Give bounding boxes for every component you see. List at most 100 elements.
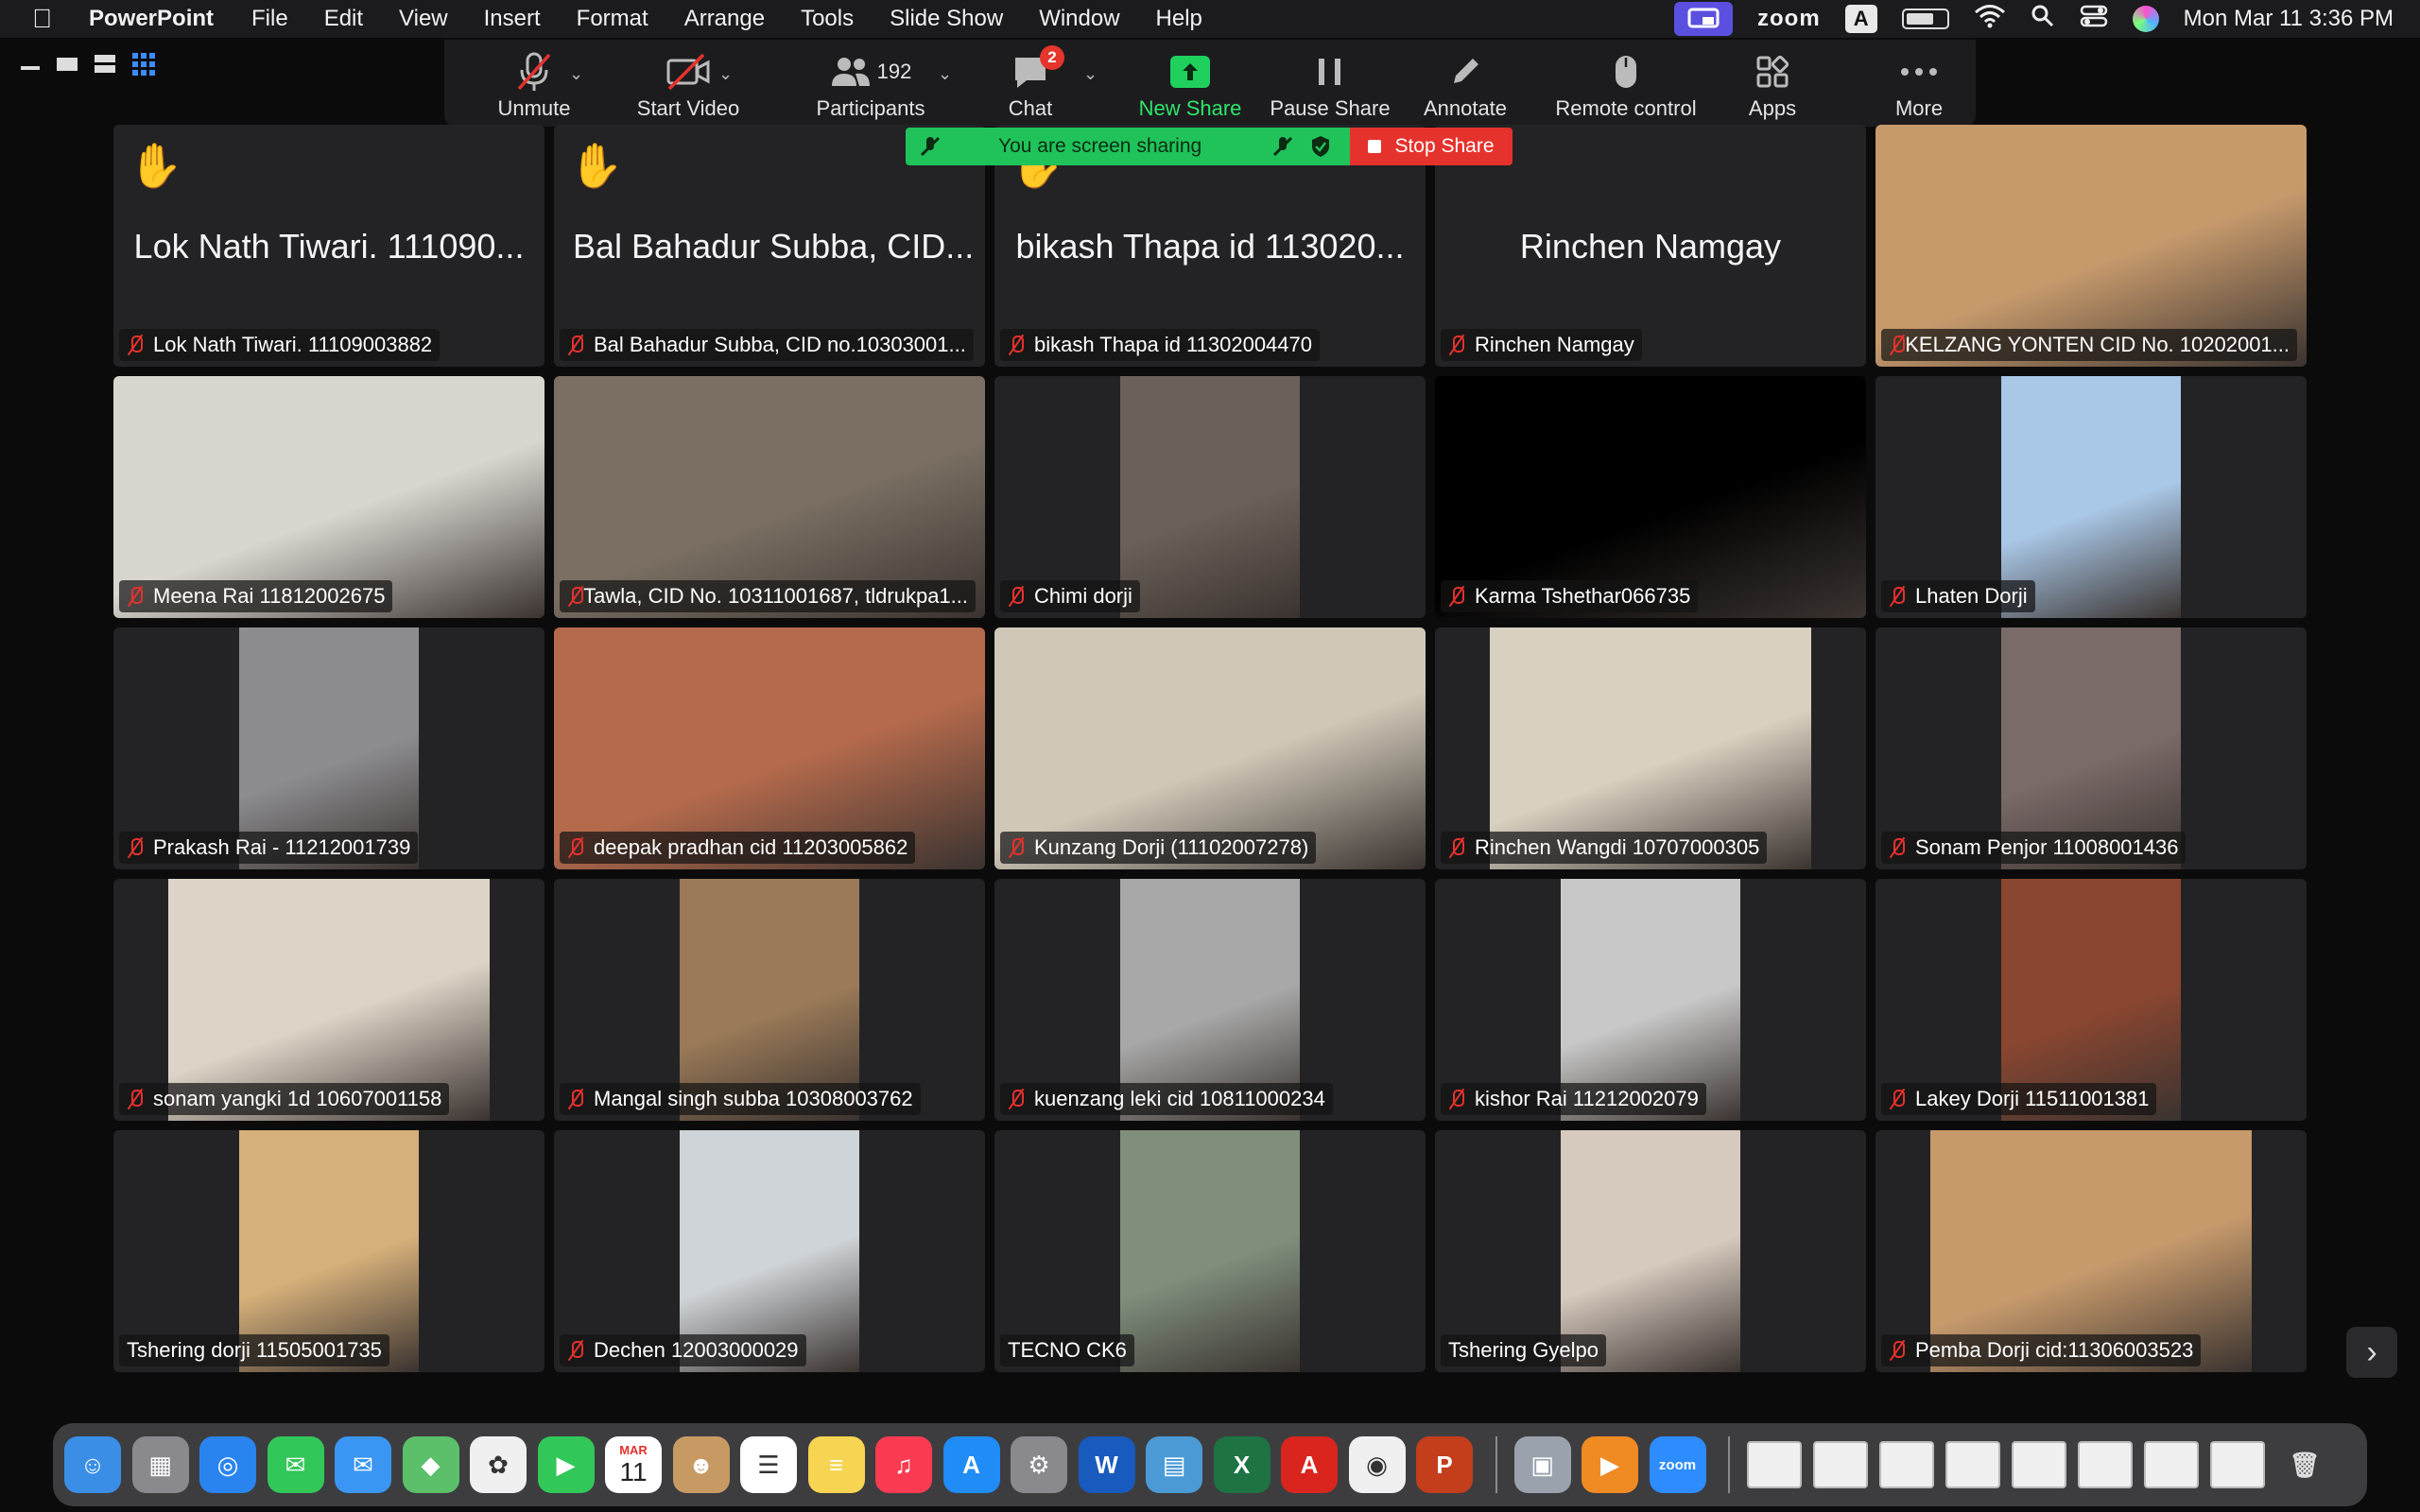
menu-arrange[interactable]: Arrange [684,6,765,32]
dock-image-capture-icon[interactable]: ▣ [1513,1436,1571,1493]
dock-zoom-icon[interactable]: zoom [1649,1436,1706,1493]
dock-recent-document-icon[interactable] [2078,1441,2133,1488]
participant-tile[interactable]: Kunzang Dorji (11102007278) [994,627,1426,869]
dock-acrobat-icon[interactable]: A [1281,1436,1338,1493]
dock-trash-icon[interactable]: 🗑 [2276,1436,2333,1493]
muted-microphone-icon [1889,1089,1906,1109]
dock-excel-icon[interactable]: X [1213,1436,1270,1493]
dock-preview-icon[interactable]: ▤ [1146,1436,1202,1493]
menu-help[interactable]: Help [1156,6,1202,32]
participant-tile[interactable]: Karma Tshethar066735 [1435,376,1866,618]
participant-tile[interactable]: Mangal singh subba 10308003762 [554,879,985,1121]
dock-notes-icon[interactable]: ≡ [807,1436,865,1493]
dock-music-icon[interactable]: ♫ [875,1436,932,1493]
menu-edit[interactable]: Edit [324,6,363,32]
participant-tile[interactable]: ✋ Lok Nath Tiwari. 111090... Lok Nath Tiwa… [113,125,544,367]
app-name-menu[interactable]: PowerPoint [89,6,214,32]
participant-name-label: Tshering dorji 11505001735 [119,1334,389,1366]
control-center-icon[interactable] [2080,4,2108,35]
dock-powerpoint-icon[interactable]: P [1416,1436,1473,1493]
participants-button[interactable]: 192 Participants [781,40,960,127]
muted-microphone-icon [567,586,584,607]
menu-file[interactable]: File [251,6,288,32]
participant-tile[interactable]: Meena Rai 11812002675 [113,376,544,618]
zoom-menu[interactable]: zoom [1757,6,1821,32]
speaker-view-icon[interactable] [57,57,78,77]
participant-tile[interactable]: Tawla, CID No. 10311001687, tldrukpa1... [554,376,985,618]
dock-word-icon[interactable]: W [1078,1436,1135,1493]
participant-tile[interactable]: Prakash Rai - 11212001739 [113,627,544,869]
apps-button[interactable]: Apps [1720,40,1824,127]
dock-finder-icon[interactable]: ☺ [64,1436,121,1493]
dock-recent-document-icon[interactable] [2012,1441,2066,1488]
participant-tile[interactable]: Tshering dorji 11505001735 [113,1130,544,1372]
menu-view[interactable]: View [399,6,448,32]
menu-slide-show[interactable]: Slide Show [890,6,1003,32]
dock-photos-icon[interactable]: ✿ [470,1436,527,1493]
audio-options-chevron-icon[interactable]: ⌄ [569,64,583,84]
chat-unread-badge: 2 [1040,45,1064,70]
battery-icon[interactable] [1901,9,1949,29]
dock-messages-icon[interactable]: ✉ [267,1436,324,1493]
participant-tile[interactable]: deepak pradhan cid 11203005862 [554,627,985,869]
dock-mail-icon[interactable]: ✉ [335,1436,391,1493]
new-share-button[interactable]: New Share [1119,40,1261,127]
remote-control-button[interactable]: Remote control [1531,40,1720,127]
wifi-icon[interactable] [1974,4,2006,35]
dock-recent-document-icon[interactable] [1747,1441,1802,1488]
dock-launchpad-icon[interactable]: ▦ [131,1436,189,1493]
participant-tile[interactable]: Chimi dorji [994,376,1426,618]
start-video-button[interactable]: Start Video [613,40,764,127]
dock-media-player-icon[interactable]: ▶ [1582,1436,1638,1493]
participant-tile[interactable]: Lhaten Dorji [1876,376,2307,618]
more-button[interactable]: More [1872,40,1966,127]
input-source-icon[interactable]: A [1844,5,1877,33]
participant-tile[interactable]: sonam yangki 1d 10607001158 [113,879,544,1121]
dock-maps-icon[interactable]: ◆ [402,1436,459,1493]
dock-app-store-icon[interactable]: A [942,1436,1000,1493]
chat-options-chevron-icon[interactable]: ⌄ [1083,64,1098,84]
dock-reminders-icon[interactable]: ☰ [740,1436,797,1493]
participant-tile[interactable]: Sonam Penjor 11008001436 [1876,627,2307,869]
participant-tile[interactable]: kishor Rai 11212002079 [1435,879,1866,1121]
sharing-status[interactable]: You are screen sharing [906,128,1350,165]
chat-button[interactable]: 2 Chat [974,40,1087,127]
participant-tile[interactable]: Dechen 12003000029 [554,1130,985,1372]
participant-tile[interactable]: TECNO CK6 [994,1130,1426,1372]
participant-tile[interactable]: Pemba Dorji cid:11306003523 [1876,1130,2307,1372]
dock-recent-document-icon[interactable] [1945,1441,2000,1488]
participants-options-chevron-icon[interactable]: ⌄ [938,64,952,84]
annotate-button[interactable]: Annotate [1409,40,1522,127]
menu-tools[interactable]: Tools [801,6,854,32]
menubar-clock[interactable]: Mon Mar 11 3:36 PM [2184,6,2394,32]
dock-recent-document-icon[interactable] [2210,1441,2265,1488]
dock-recent-document-icon[interactable] [1813,1441,1868,1488]
spotlight-search-icon[interactable] [2031,4,2055,35]
menu-insert[interactable]: Insert [484,6,541,32]
participant-tile[interactable]: kuenzang leki cid 10811000234 [994,879,1426,1121]
dock-calendar-icon[interactable]: MAR 11 [605,1436,662,1493]
siri-icon[interactable] [2132,6,2159,32]
dock-chrome-icon[interactable]: ◉ [1348,1436,1406,1493]
standard-view-icon[interactable] [95,55,115,78]
participant-tile[interactable]: KELZANG YONTEN CID No. 10202001... [1876,125,2307,367]
next-page-chevron-icon[interactable]: › [2346,1327,2397,1378]
minimize-icon[interactable] [21,59,40,76]
dock-system-settings-icon[interactable]: ⚙ [1011,1436,1067,1493]
participant-tile[interactable]: Rinchen Wangdi 10707000305 [1435,627,1866,869]
menu-format[interactable]: Format [577,6,648,32]
dock-facetime-icon[interactable]: ▶ [537,1436,595,1493]
video-options-chevron-icon[interactable]: ⌄ [718,64,733,84]
dock-contacts-icon[interactable]: ☻ [672,1436,730,1493]
menu-window[interactable]: Window [1039,6,1119,32]
dock-safari-icon[interactable]: ◎ [199,1436,256,1493]
stop-share-button[interactable]: Stop Share [1350,128,1512,165]
dock-recent-document-icon[interactable] [2144,1441,2199,1488]
pause-share-button[interactable]: Pause Share [1259,40,1401,127]
participant-tile[interactable]: Tshering Gyelpo [1435,1130,1866,1372]
gallery-view-icon[interactable] [132,53,155,80]
participant-tile[interactable]: Lakey Dorji 11511001381 [1876,879,2307,1121]
dock-recent-document-icon[interactable] [1879,1441,1934,1488]
apple-menu-icon[interactable]:  [32,4,60,34]
zoom-share-status-icon[interactable] [1674,2,1733,36]
